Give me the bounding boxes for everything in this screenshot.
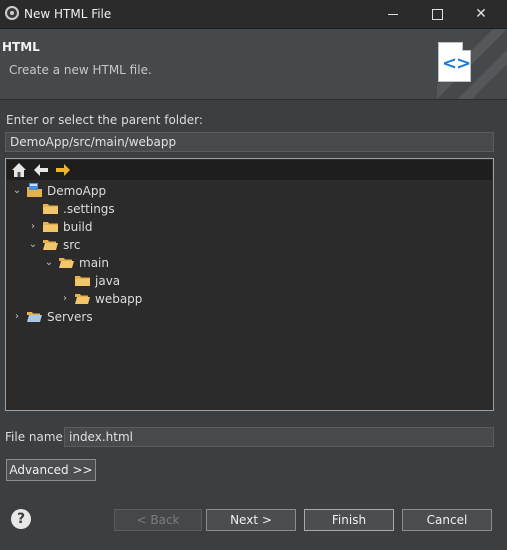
code-brackets-icon: <> bbox=[442, 53, 471, 74]
tree-item-settings[interactable]: .settings bbox=[6, 200, 486, 218]
tree-item-build[interactable]: › build bbox=[6, 218, 486, 236]
close-icon: ✕ bbox=[475, 6, 487, 22]
open-folder-icon bbox=[43, 240, 58, 250]
tree-item-label: src bbox=[63, 238, 81, 252]
folder-icon bbox=[43, 204, 58, 214]
window-title: New HTML File bbox=[24, 7, 112, 21]
folder-icon bbox=[75, 276, 90, 286]
next-button[interactable]: Next > bbox=[206, 509, 296, 531]
back-arrow-icon[interactable] bbox=[33, 162, 49, 178]
tree-item-java[interactable]: java bbox=[6, 272, 486, 290]
folder-tree[interactable]: ⌄ DemoApp .settings › build ⌄ src ⌄ main… bbox=[5, 158, 494, 411]
project-icon bbox=[27, 183, 42, 197]
minimize-button[interactable] bbox=[370, 0, 416, 28]
chevron-right-icon[interactable]: › bbox=[28, 218, 38, 236]
tree-item-label: webapp bbox=[95, 292, 143, 306]
tree-item-label: main bbox=[79, 256, 109, 270]
tree-item-label: build bbox=[63, 220, 93, 234]
cancel-button[interactable]: Cancel bbox=[402, 509, 492, 531]
chevron-right-icon[interactable]: › bbox=[12, 308, 22, 326]
wizard-description: Create a new HTML file. bbox=[9, 63, 152, 77]
help-icon[interactable]: ? bbox=[11, 509, 31, 529]
maximize-icon bbox=[431, 8, 443, 20]
tree-item-label: java bbox=[95, 274, 121, 288]
tree-item-servers[interactable]: › Servers bbox=[6, 308, 486, 326]
open-folder-icon bbox=[59, 258, 74, 268]
tree-item-label: .settings bbox=[63, 202, 115, 216]
title-bar: New HTML File ✕ bbox=[0, 0, 507, 29]
finish-button[interactable]: Finish bbox=[304, 509, 394, 531]
tree-toolbar bbox=[7, 160, 492, 180]
parent-folder-label: Enter or select the parent folder: bbox=[6, 113, 203, 127]
file-name-label: File name: bbox=[5, 430, 67, 444]
eclipse-icon bbox=[5, 6, 19, 20]
folder-icon bbox=[43, 222, 58, 232]
html-file-icon: <> bbox=[438, 42, 471, 82]
advanced-button-label: Advanced >> bbox=[9, 463, 93, 477]
maximize-button[interactable] bbox=[414, 0, 460, 28]
home-icon[interactable] bbox=[11, 162, 27, 178]
advanced-button[interactable]: Advanced >> bbox=[6, 459, 96, 481]
tree-item-src[interactable]: ⌄ src bbox=[6, 236, 486, 254]
tree-item-demoapp[interactable]: ⌄ DemoApp bbox=[6, 182, 486, 200]
back-button[interactable]: < Back bbox=[114, 509, 202, 531]
open-folder-icon bbox=[27, 312, 42, 322]
chevron-down-icon[interactable]: ⌄ bbox=[44, 254, 54, 272]
tree-item-label: DemoApp bbox=[47, 184, 107, 198]
chevron-down-icon[interactable]: ⌄ bbox=[12, 182, 22, 200]
wizard-header: HTML Create a new HTML file. <> bbox=[0, 29, 507, 100]
chevron-down-icon[interactable]: ⌄ bbox=[28, 236, 38, 254]
parent-folder-input[interactable] bbox=[5, 132, 494, 152]
tree-item-main[interactable]: ⌄ main bbox=[6, 254, 486, 272]
wizard-title: HTML bbox=[2, 40, 40, 54]
file-name-input[interactable] bbox=[64, 427, 494, 447]
tree-item-webapp[interactable]: › webapp bbox=[6, 290, 486, 308]
forward-arrow-icon[interactable] bbox=[55, 162, 71, 178]
close-button[interactable]: ✕ bbox=[458, 0, 504, 28]
minimize-icon bbox=[388, 13, 398, 15]
chevron-right-icon[interactable]: › bbox=[60, 290, 70, 308]
tree-item-label: Servers bbox=[47, 310, 93, 324]
open-folder-icon bbox=[75, 294, 90, 304]
